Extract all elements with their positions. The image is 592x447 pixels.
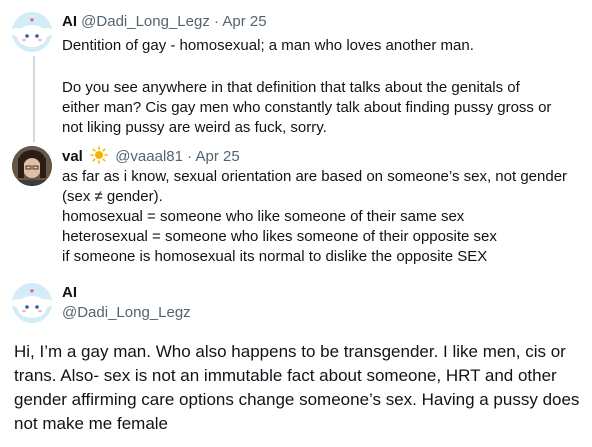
svg-text:♥: ♥: [30, 18, 35, 24]
tweet-text: as far as i know, sexual orientation are…: [62, 167, 587, 267]
separator-dot: ·: [214, 13, 220, 30]
user-handle[interactable]: @Dadi_Long_Legz: [62, 303, 191, 323]
cinnamoroll-avatar-icon: ♥: [12, 12, 52, 52]
tweet-line: not liking pussy are weird as fuck, sorr…: [62, 119, 327, 136]
tweet-line: if someone is homosexual its normal to d…: [62, 248, 488, 265]
display-name[interactable]: AI: [62, 283, 77, 303]
tweet-line: Dentition of gay - homosexual; a man who…: [62, 37, 474, 54]
thread-line: [33, 56, 35, 142]
svg-text:♥: ♥: [30, 289, 35, 295]
display-name[interactable]: val: [62, 148, 83, 165]
avatar[interactable]: [12, 146, 52, 186]
cinnamoroll-avatar-icon: ♥: [12, 283, 52, 323]
tweet-text: Dentition of gay - homosexual; a man who…: [62, 36, 582, 138]
avatar[interactable]: ♥: [12, 12, 52, 52]
tweet-line: heterosexual = someone who likes someone…: [62, 228, 497, 245]
user-handle[interactable]: @Dadi_Long_Legz: [81, 13, 210, 30]
avatar[interactable]: ♥: [12, 283, 52, 323]
separator-dot: ·: [187, 148, 193, 165]
tweet-reply-1[interactable]: ♥ AI @Dadi_Long_Legz · Apr 25 Dentition …: [0, 0, 592, 142]
tweet-text: Hi, I’m a gay man. Who also happens to b…: [14, 342, 580, 433]
tweet-date[interactable]: Apr 25: [222, 13, 266, 30]
tweet-line: Do you see anywhere in that definition t…: [62, 79, 520, 96]
tweet-header: AI @Dadi_Long_Legz · Apr 25: [62, 12, 267, 32]
display-name[interactable]: AI: [62, 13, 77, 30]
person-avatar-icon: [12, 146, 52, 186]
tweet-date[interactable]: Apr 25: [196, 148, 240, 165]
user-handle[interactable]: @vaaal81: [115, 148, 183, 165]
tweet-line: as far as i know, sexual orientation are…: [62, 168, 568, 185]
tweet-line: homosexual = someone who like someone of…: [62, 208, 465, 225]
tweet-line: (sex ≠ gender).: [62, 188, 163, 205]
tweet-reply-2[interactable]: val @vaaal81 · Apr 25 as far as i know, …: [0, 142, 592, 272]
tweet-line: either man? Cis gay men who constantly t…: [62, 99, 552, 116]
